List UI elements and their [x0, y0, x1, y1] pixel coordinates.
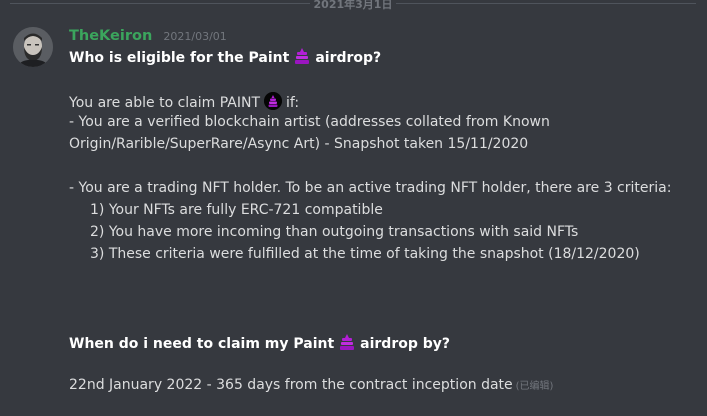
message-header: TheKeiron 2021/03/01: [69, 25, 227, 44]
deadline-answer: 22nd January 2022 - 365 days from the co…: [69, 377, 553, 393]
paint-brush-emoji-icon[interactable]: [293, 47, 311, 65]
deadline-answer-text: 22nd January 2022 - 365 days from the co…: [69, 377, 513, 393]
artist-line-1: - You are a verified blockchain artist (…: [69, 114, 550, 130]
claim-text-start: You are able to claim PAINT: [69, 95, 261, 111]
edited-label: (已编辑): [515, 381, 554, 392]
paint-token-icon[interactable]: [264, 92, 283, 110]
date-divider-label: 2021年3月1日: [313, 0, 393, 11]
timestamp[interactable]: 2021/03/01: [163, 30, 226, 43]
divider-line-left: [10, 3, 310, 4]
criteria-item-1: 1) Your NFTs are fully ERC-721 compatibl…: [90, 202, 383, 218]
criteria-item-3: 3) These criteria were fulfilled at the …: [90, 246, 640, 262]
claim-text-end: if:: [286, 95, 300, 111]
deadline-question: When do i need to claim my Paint airdrop …: [69, 333, 450, 352]
bearded-man-avatar-icon: [13, 27, 53, 67]
username[interactable]: TheKeiron: [69, 28, 152, 44]
deadline-question-start: When do i need to claim my Paint: [69, 336, 335, 352]
title-text-start: Who is eligible for the Paint: [69, 50, 290, 66]
deadline-question-end: airdrop by?: [360, 336, 451, 352]
artist-line-2: Origin/Rarible/SuperRare/Async Art) - Sn…: [69, 136, 529, 152]
title-text-end: airdrop?: [315, 50, 382, 66]
date-divider: 2021年3月1日: [0, 0, 707, 11]
avatar[interactable]: [13, 27, 53, 67]
paint-brush-emoji-icon[interactable]: [338, 333, 356, 351]
claim-line: You are able to claim PAINT if:: [69, 92, 299, 111]
title-line: Who is eligible for the Paint airdrop?: [69, 47, 381, 66]
divider-line-right: [396, 3, 696, 4]
holder-line: - You are a trading NFT holder. To be an…: [69, 180, 672, 196]
criteria-item-2: 2) You have more incoming than outgoing …: [90, 224, 579, 240]
